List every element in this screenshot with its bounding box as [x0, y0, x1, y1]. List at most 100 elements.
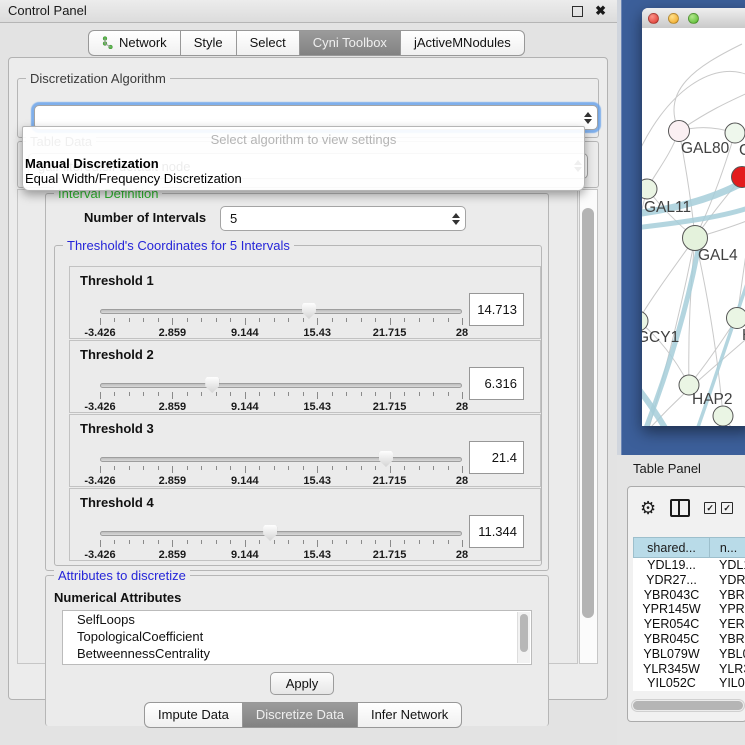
table-header: shared... n... — [633, 537, 745, 558]
tick-mark — [143, 540, 144, 544]
scrollbar-thumb[interactable] — [520, 614, 528, 652]
threshold-value-field[interactable]: 11.344 — [469, 515, 524, 548]
attributes-list[interactable]: SelfLoopsTopologicalCoefficientBetweenne… — [62, 610, 532, 665]
network-graph[interactable]: GAL80GACGAL11GAL4GCY1HHAP2 — [642, 28, 745, 426]
attributes-list-scrollbar[interactable] — [517, 612, 530, 663]
tick-label: 28 — [456, 549, 468, 561]
scrollbar-thumb[interactable] — [582, 208, 594, 618]
mode-tab-discretize-data[interactable]: Discretize Data — [242, 702, 358, 728]
float-window-icon[interactable] — [572, 6, 583, 17]
table-row[interactable]: YBL079WYBL0 — [633, 647, 745, 662]
table-row[interactable]: YER054CYER0 — [633, 617, 745, 632]
table-row[interactable]: YPR145WYPR1 — [633, 602, 745, 617]
num-intervals-label: Number of Intervals — [84, 210, 206, 225]
mode-tab-infer-network[interactable]: Infer Network — [357, 702, 462, 728]
network-edge[interactable] — [689, 318, 737, 385]
slider-handle[interactable] — [302, 303, 316, 319]
control-panel-tabs: NetworkStyleSelectCyni ToolboxjActiveMNo… — [88, 30, 525, 56]
tick-mark — [129, 466, 130, 470]
tick-mark — [375, 392, 376, 396]
network-node-label: GAL11 — [644, 199, 691, 216]
network-window[interactable]: GAL80GACGAL11GAL4GCY1HHAP2 — [642, 8, 745, 426]
close-window-icon[interactable]: ✖ — [595, 2, 606, 20]
tick-mark — [216, 392, 217, 396]
network-node-label: GCY1 — [642, 329, 679, 346]
column-header-name[interactable]: n... — [709, 537, 745, 558]
tick-label: 9.144 — [231, 549, 259, 561]
cell-shared-name: YBL079W — [633, 647, 710, 662]
slider-track[interactable] — [100, 531, 462, 536]
thresholds-group-title: Threshold's Coordinates for 5 Intervals — [63, 238, 294, 253]
checkbox-checked-icon[interactable]: ✓ — [704, 502, 716, 514]
tick-mark — [143, 392, 144, 396]
threshold-panel-2: Threshold 2-3.4262.8599.14415.4321.71528… — [69, 340, 541, 413]
tick-mark — [158, 318, 159, 322]
network-window-titlebar[interactable] — [642, 8, 745, 29]
table-row[interactable]: YLR345WYLR3 — [633, 662, 745, 677]
algorithm-option-equal-width-frequency-discretization[interactable]: Equal Width/Frequency Discretization — [23, 171, 584, 186]
scrollbar-thumb[interactable] — [633, 701, 743, 710]
tab-style[interactable]: Style — [180, 30, 237, 56]
minimize-traffic-light-icon[interactable] — [668, 13, 679, 24]
network-node-gal11[interactable] — [642, 179, 657, 199]
threshold-value-field[interactable]: 6.316 — [469, 367, 524, 400]
attribute-item-topologicalcoefficient[interactable]: TopologicalCoefficient — [63, 628, 531, 645]
tick-mark — [462, 392, 463, 399]
tab-network[interactable]: Network — [88, 30, 181, 56]
num-intervals-combobox[interactable]: 5 — [220, 206, 466, 231]
tick-mark — [143, 466, 144, 470]
tick-mark — [375, 540, 376, 544]
threshold-value-field[interactable]: 21.4 — [469, 441, 524, 474]
checkbox-checked-icon[interactable]: ✓ — [721, 502, 733, 514]
cyni-toolbox-panel: Discretization Algorithm Select algorith… — [8, 57, 608, 700]
table-row[interactable]: YDL19...YDL1 — [633, 558, 745, 573]
table-hscrollbar[interactable] — [631, 699, 745, 712]
tick-label: 9.144 — [231, 475, 259, 487]
column-header-shared-name[interactable]: shared... — [633, 537, 710, 558]
tick-label: 2.859 — [159, 475, 187, 487]
slider-handle[interactable] — [263, 525, 277, 541]
tick-mark — [433, 392, 434, 396]
tick-mark — [448, 466, 449, 470]
slider-track[interactable] — [100, 309, 462, 314]
network-node-h[interactable] — [727, 308, 745, 329]
slider-track[interactable] — [100, 457, 462, 462]
columns-icon[interactable] — [670, 499, 690, 517]
tick-label: -3.426 — [84, 549, 115, 561]
slider-handle[interactable] — [379, 451, 393, 467]
algorithm-option-manual-discretization[interactable]: Manual Discretization — [23, 156, 584, 171]
cell-name: YBL0 — [710, 647, 745, 662]
tick-mark — [201, 540, 202, 544]
tick-mark — [143, 318, 144, 322]
network-desktop-background: GAL80GACGAL11GAL4GCY1HHAP2 — [621, 0, 745, 455]
apply-button[interactable]: Apply — [270, 672, 334, 695]
threshold-value-field[interactable]: 14.713 — [469, 293, 524, 326]
network-edge[interactable] — [674, 44, 742, 131]
zoom-traffic-light-icon[interactable] — [688, 13, 699, 24]
slider-track[interactable] — [100, 383, 462, 388]
gear-icon[interactable]: ⚙ — [640, 498, 656, 518]
close-traffic-light-icon[interactable] — [648, 13, 659, 24]
tick-mark — [448, 392, 449, 396]
attribute-item-betweennesscentrality[interactable]: BetweennessCentrality — [63, 645, 531, 662]
network-node-unlabeled[interactable] — [713, 406, 733, 426]
tick-mark — [172, 466, 173, 473]
cell-shared-name: YLR345W — [633, 662, 710, 677]
tick-mark — [114, 466, 115, 470]
tab-jactivemnodules[interactable]: jActiveMNodules — [400, 30, 525, 56]
network-node-gal80[interactable] — [669, 121, 690, 142]
tick-mark — [230, 392, 231, 396]
settings-scrollbar[interactable] — [579, 189, 598, 664]
table-row[interactable]: YBR043CYBR0 — [633, 588, 745, 603]
table-row[interactable]: YBR045CYBR0 — [633, 632, 745, 647]
tick-mark — [288, 466, 289, 470]
mode-tab-impute-data[interactable]: Impute Data — [144, 702, 243, 728]
attribute-item-selfloops[interactable]: SelfLoops — [63, 611, 531, 628]
tab-select[interactable]: Select — [236, 30, 300, 56]
table-row[interactable]: YDR27...YDR2 — [633, 573, 745, 588]
table-row[interactable]: YIL052CYIL0 — [633, 676, 745, 691]
slider-handle[interactable] — [205, 377, 219, 393]
network-edge[interactable] — [695, 238, 723, 416]
network-canvas[interactable]: GAL80GACGAL11GAL4GCY1HHAP2 — [642, 28, 745, 426]
tab-cyni-toolbox[interactable]: Cyni Toolbox — [299, 30, 401, 56]
